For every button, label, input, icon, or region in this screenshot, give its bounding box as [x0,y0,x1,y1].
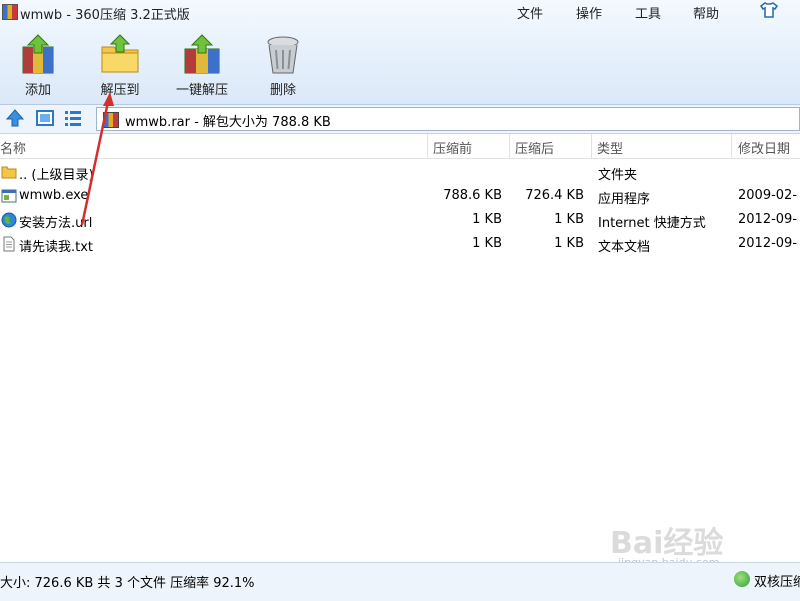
dual-core-icon [734,571,750,587]
baidu-jingyan-watermark: Bai经验 jingyan.baidu.com [610,510,800,570]
dual-core-label[interactable]: 双核压缩 [754,571,800,590]
status-bar: 大小: 726.6 KB 共 3 个文件 压缩率 92.1% 双核压缩 [0,562,800,601]
status-text: 大小: 726.6 KB 共 3 个文件 压缩率 92.1% [0,576,255,591]
